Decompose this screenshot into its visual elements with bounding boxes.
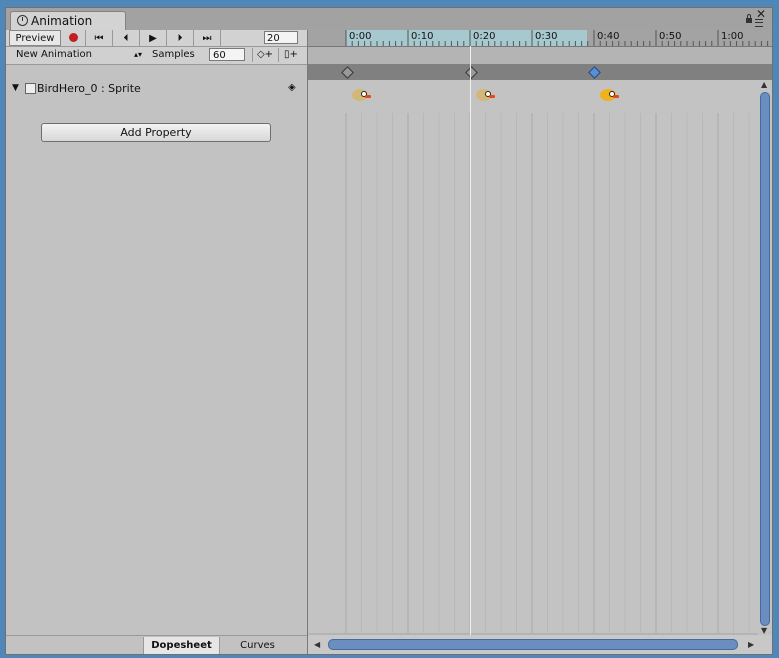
summary-keyframe[interactable] (465, 66, 478, 79)
animation-window: Animation ✕ Preview ⏮ ⏴ ▶ ⏵ ⏭ 20 New Ani… (5, 7, 773, 655)
scroll-left-icon[interactable]: ◀ (314, 640, 320, 649)
clip-dropdown[interactable]: New Animation ▴▾ (10, 48, 146, 62)
scroll-down-icon[interactable]: ▼ (761, 626, 767, 635)
vertical-scrollbar[interactable]: ▲ ▼ (758, 80, 772, 635)
playhead[interactable] (470, 46, 471, 637)
tab-curves[interactable]: Curves (219, 637, 295, 654)
vertical-scroll-thumb[interactable] (760, 92, 770, 626)
tick-label: 0:40 (597, 31, 620, 42)
samples-field[interactable]: 60 (209, 48, 245, 61)
add-event-icon: ▯+ (284, 49, 298, 60)
window-controls: ✕ (746, 8, 768, 29)
clip-name: New Animation (16, 49, 92, 60)
lock-icon[interactable] (746, 14, 752, 23)
menu-icon[interactable] (755, 19, 763, 27)
bird-beak (613, 95, 619, 98)
tick-label: 0:20 (473, 31, 496, 42)
play-icon: ▶ (149, 33, 157, 44)
frame-grid (345, 113, 750, 633)
sprite-keyframe-thumbnail[interactable] (350, 88, 371, 102)
add-keyframe-icon: ◇+ (256, 49, 274, 60)
tab-strip: Animation ✕ (6, 8, 772, 30)
next-key-button[interactable]: ⏵ (167, 30, 194, 46)
add-property-button[interactable]: Add Property (41, 123, 271, 142)
view-tabs: Dopesheet Curves (6, 635, 307, 654)
step-forward-icon: ⏵ (177, 33, 183, 44)
first-key-button[interactable]: ⏮ (86, 30, 113, 46)
horizontal-scrollbar[interactable]: ◀ ▶ (308, 635, 772, 654)
bird-beak (489, 95, 495, 98)
samples-label: Samples (152, 49, 195, 60)
track-area[interactable] (308, 113, 758, 633)
sprite-keyframe-row[interactable] (308, 80, 758, 114)
skip-to-end-icon: ⏭ (202, 33, 212, 44)
time-ruler[interactable]: 0:00 0:10 0:20 0:30 0:40 0:50 1:00 (308, 30, 772, 47)
scroll-right-icon[interactable]: ▶ (748, 640, 754, 649)
property-row[interactable]: ▼ BirdHero_0 : Sprite ◈ (6, 80, 307, 98)
frame-field[interactable]: 20 (264, 31, 298, 44)
keyframe-diamond-icon[interactable]: ◈ (288, 82, 296, 93)
horizontal-scroll-thumb[interactable] (328, 639, 738, 650)
summary-keyframe-selected[interactable] (588, 66, 601, 79)
tick-label: 0:30 (535, 31, 558, 42)
property-name: BirdHero_0 : Sprite (37, 82, 141, 95)
expand-triangle-icon[interactable]: ▼ (12, 83, 19, 93)
skip-to-start-icon: ⏮ (94, 33, 104, 44)
tick-label: 0:00 (349, 31, 372, 42)
tick-label: 0:10 (411, 31, 434, 42)
add-keyframe-button[interactable]: ◇+ (252, 48, 277, 62)
clock-icon (17, 15, 28, 26)
add-event-button[interactable]: ▯+ (278, 48, 303, 62)
sprite-keyframe-thumbnail[interactable] (598, 88, 619, 102)
scroll-up-icon[interactable]: ▲ (761, 80, 767, 89)
timeline-panel: 0:00 0:10 0:20 0:30 0:40 0:50 1:00 ▲ ▼ ◀… (308, 30, 772, 654)
left-panel: Preview ⏮ ⏴ ▶ ⏵ ⏭ 20 New Animation ▴▾ Sa… (6, 30, 308, 654)
tick-label: 1:00 (721, 31, 744, 42)
dropdown-arrow-icon: ▴▾ (133, 50, 142, 59)
tab-title: Animation (31, 14, 93, 28)
summary-row[interactable] (308, 64, 772, 80)
last-key-button[interactable]: ⏭ (194, 30, 221, 46)
sprite-renderer-icon (25, 83, 36, 94)
preview-button[interactable]: Preview (9, 30, 61, 46)
tick-label: 0:50 (659, 31, 682, 42)
summary-keyframe[interactable] (341, 66, 354, 79)
record-icon (68, 33, 78, 42)
record-button[interactable] (61, 30, 86, 46)
tab-dopesheet[interactable]: Dopesheet (143, 637, 219, 654)
tab-animation[interactable]: Animation (10, 11, 126, 30)
prev-key-button[interactable]: ⏴ (113, 30, 140, 46)
clip-toolbar: New Animation ▴▾ Samples 60 ◇+ ▯+ (6, 47, 307, 65)
sprite-keyframe-thumbnail[interactable] (474, 88, 495, 102)
bird-beak (365, 95, 371, 98)
step-back-icon: ⏴ (123, 33, 129, 44)
playback-toolbar: Preview ⏮ ⏴ ▶ ⏵ ⏭ 20 (6, 30, 307, 47)
play-button[interactable]: ▶ (140, 30, 167, 46)
